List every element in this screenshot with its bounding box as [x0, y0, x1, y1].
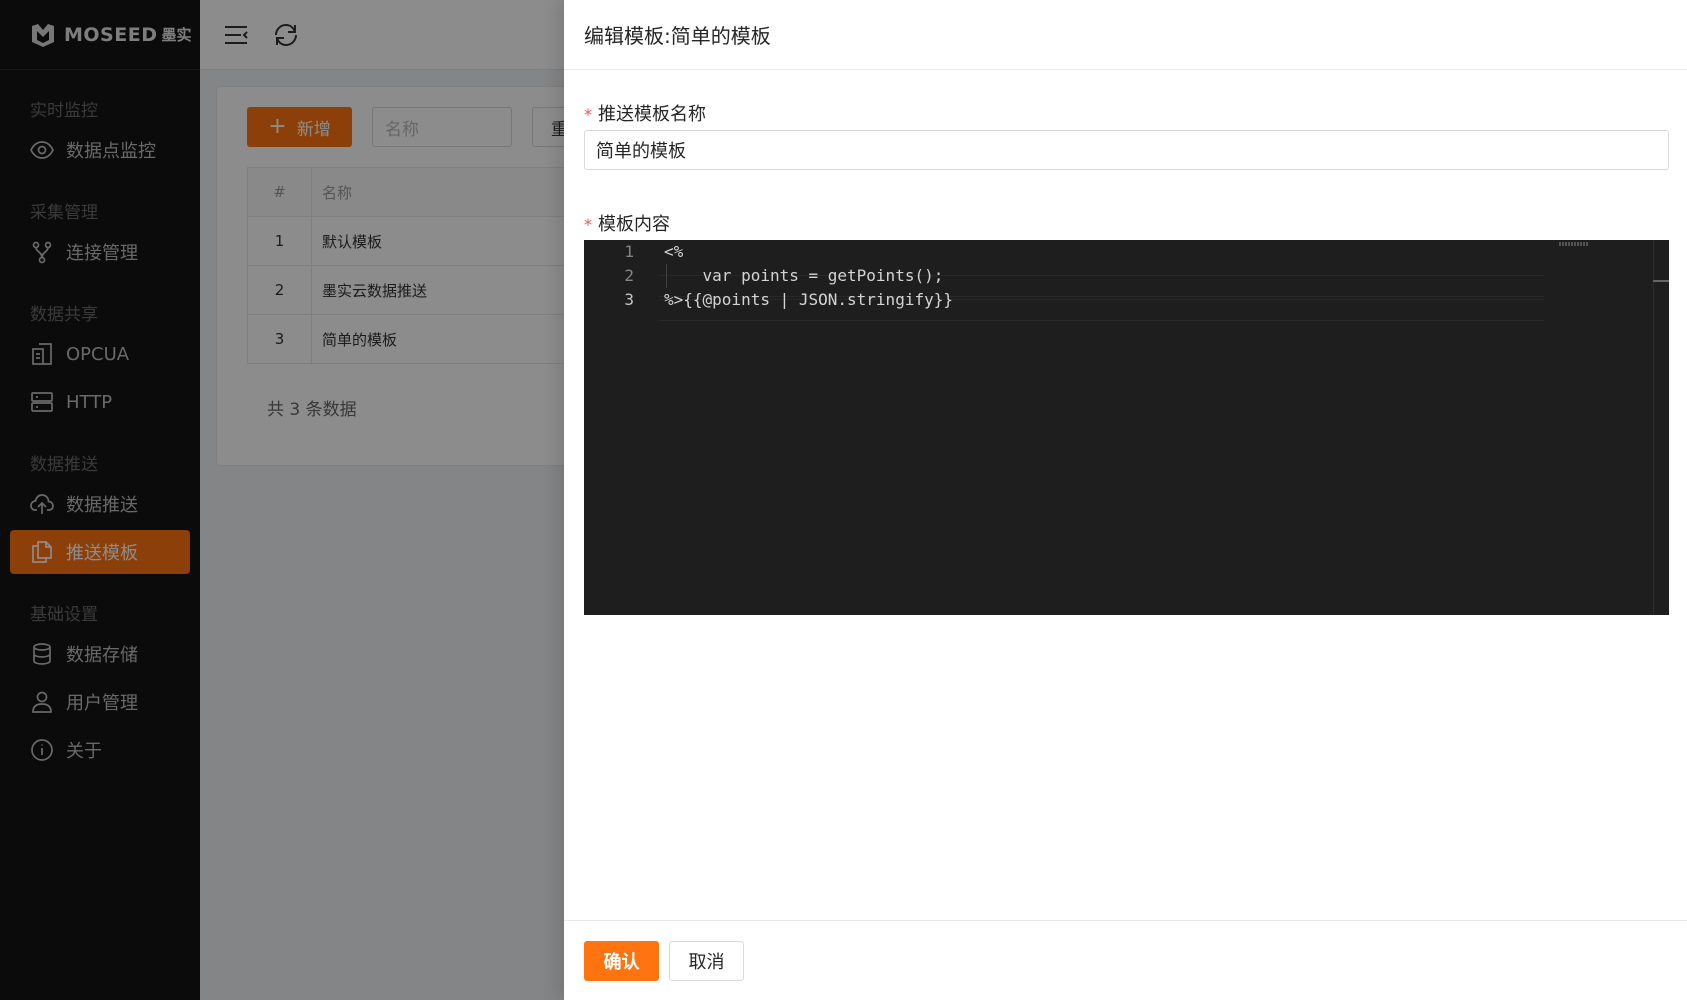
template-name-label: * 推送模板名称	[584, 100, 706, 126]
line-number: 1	[624, 242, 634, 261]
required-mark: *	[584, 215, 592, 234]
editor-scroll-marker	[1653, 280, 1669, 282]
edit-template-drawer: 编辑模板:简单的模板 * 推送模板名称 简单的模板 * 模板内容 1 <% 2 va…	[564, 0, 1687, 1000]
code-line[interactable]: 1 <%	[584, 240, 1544, 264]
code-line[interactable]: 3 %>{{@points | JSON.stringify}}	[584, 288, 1544, 312]
editor-scrollbar[interactable]	[1653, 240, 1669, 615]
template-content-label-text: 模板内容	[598, 214, 670, 235]
required-mark: *	[584, 105, 592, 124]
confirm-button[interactable]: 确认	[584, 941, 659, 981]
drawer-footer: 确认 取消	[564, 920, 1687, 1000]
drawer-title: 编辑模板:简单的模板	[564, 0, 1687, 70]
code-line[interactable]: 2 var points = getPoints();	[584, 264, 1544, 288]
template-content-label: * 模板内容	[584, 210, 670, 236]
template-name-input[interactable]: 简单的模板	[584, 130, 1669, 170]
template-name-label-text: 推送模板名称	[598, 104, 706, 125]
template-name-value: 简单的模板	[596, 141, 686, 162]
editor-minimap[interactable]	[1559, 242, 1589, 246]
line-number: 3	[624, 290, 634, 309]
code-text: %>{{@points | JSON.stringify}}	[664, 290, 953, 309]
cancel-button[interactable]: 取消	[669, 941, 744, 981]
line-number: 2	[624, 266, 634, 285]
indent-guide	[666, 264, 667, 288]
code-text: var points = getPoints();	[664, 266, 944, 285]
code-text: <%	[664, 242, 684, 261]
code-editor[interactable]: 1 <% 2 var points = getPoints(); 3 %>{{@…	[584, 240, 1669, 615]
